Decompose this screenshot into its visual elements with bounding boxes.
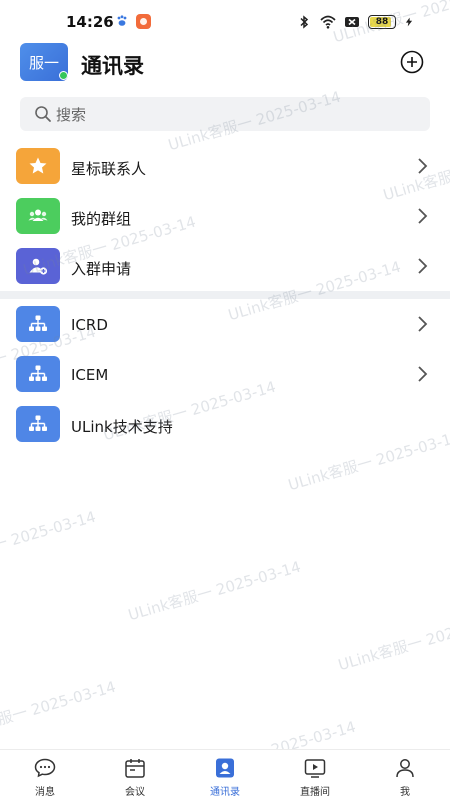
tab-label: 我 xyxy=(400,787,410,798)
tab-messages[interactable]: 消息 xyxy=(0,750,90,800)
join-requests-row[interactable]: 入群申请 xyxy=(0,242,450,292)
tab-contacts[interactable]: 通讯录 xyxy=(180,750,270,800)
status-time: 14:26 xyxy=(66,13,114,31)
chevron-right-icon xyxy=(418,316,428,332)
search-placeholder: 搜索 xyxy=(56,105,87,124)
row-label: 入群申请 xyxy=(71,260,132,278)
tab-label: 会议 xyxy=(125,787,145,798)
chevron-right-icon xyxy=(418,366,428,382)
baidu-paw-icon xyxy=(117,15,127,26)
status-bar: 14:26 88 xyxy=(0,0,450,44)
tab-label: 消息 xyxy=(35,787,55,798)
contact-shortcuts-list: 星标联系人 我的群组 入群申请 xyxy=(0,142,450,292)
row-label: 星标联系人 xyxy=(71,160,147,178)
charging-bolt-icon xyxy=(405,17,413,27)
chat-icon xyxy=(34,758,56,778)
search-icon xyxy=(35,106,51,122)
org-row-ulink-support[interactable]: ULink技术支持 xyxy=(0,400,450,450)
watermark: ULink客服一 2025-03-14 xyxy=(0,677,118,745)
organization-list: ICRD ICEM ULink技术支持 xyxy=(0,300,450,450)
org-tree-icon xyxy=(16,306,60,342)
row-label: ICEM xyxy=(71,366,109,384)
watermark: ULink客服一 2025-03-14 xyxy=(0,507,98,575)
bluetooth-icon xyxy=(300,15,309,29)
no-sim-icon xyxy=(345,17,359,27)
page-title: 通讯录 xyxy=(81,54,144,78)
row-label: ULink技术支持 xyxy=(71,418,173,436)
row-label: 我的群组 xyxy=(71,210,132,228)
my-groups-row[interactable]: 我的群组 xyxy=(0,192,450,242)
search-input[interactable]: 搜索 xyxy=(20,97,430,131)
starred-contacts-row[interactable]: 星标联系人 xyxy=(0,142,450,192)
battery-label: 88 xyxy=(375,17,389,27)
org-tree-icon xyxy=(16,406,60,442)
chevron-right-icon xyxy=(418,208,428,224)
contacts-icon xyxy=(216,758,234,778)
tab-label: 直播间 xyxy=(300,787,330,798)
person-icon xyxy=(396,759,414,778)
chevron-right-icon xyxy=(418,258,428,274)
watermark: ULink客服一 2025-03-14 xyxy=(126,557,303,625)
star-icon xyxy=(16,148,60,184)
chevron-right-icon xyxy=(418,158,428,174)
section-divider xyxy=(0,291,450,299)
wifi-icon xyxy=(320,15,336,29)
org-row-icem[interactable]: ICEM xyxy=(0,350,450,400)
watermark: ULink客服一 2025-03-14 xyxy=(336,607,450,675)
online-status-dot xyxy=(59,71,68,80)
battery-indicator: 88 xyxy=(368,15,396,29)
app-notification-icon xyxy=(136,14,151,29)
bottom-tab-bar: 消息 会议 通讯录 直播间 我 xyxy=(0,749,450,800)
live-icon xyxy=(304,759,326,778)
group-icon xyxy=(16,198,60,234)
tab-meetings[interactable]: 会议 xyxy=(90,750,180,800)
tab-me[interactable]: 我 xyxy=(360,750,450,800)
add-button[interactable] xyxy=(400,50,424,74)
tab-label: 通讯录 xyxy=(210,787,240,798)
user-add-icon xyxy=(16,248,60,284)
org-row-icrd[interactable]: ICRD xyxy=(0,300,450,350)
header: 服一 通讯录 xyxy=(0,40,450,88)
status-indicators: 88 xyxy=(296,14,414,30)
org-tree-icon xyxy=(16,356,60,392)
row-label: ICRD xyxy=(71,316,108,334)
tab-live-room[interactable]: 直播间 xyxy=(270,750,360,800)
calendar-icon xyxy=(125,759,145,778)
